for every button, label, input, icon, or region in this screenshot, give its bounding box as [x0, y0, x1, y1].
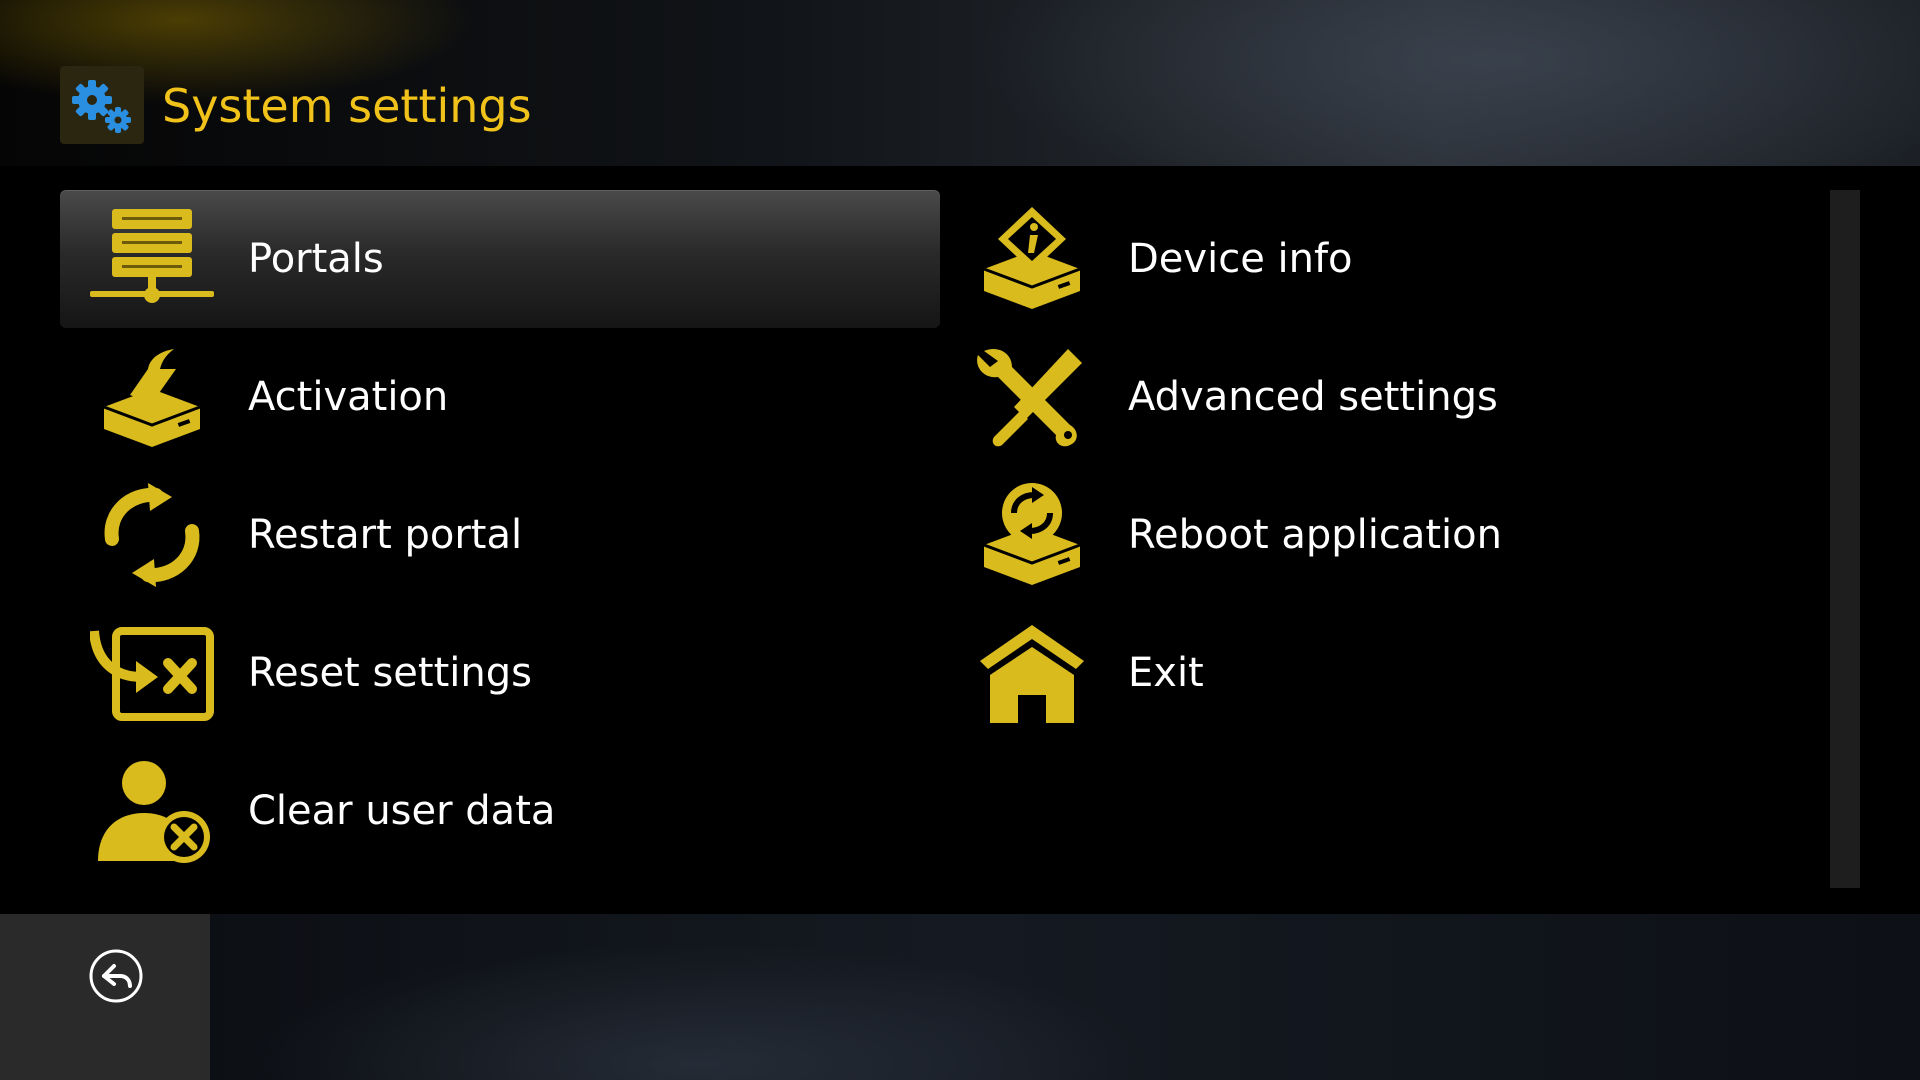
menu-item-label: Clear user data — [248, 788, 556, 834]
server-icon — [90, 207, 214, 311]
menu-item-reset-settings[interactable]: Reset settings — [60, 604, 940, 742]
gears-icon — [60, 66, 144, 144]
menu-item-label: Activation — [248, 374, 449, 420]
menu-item-label: Advanced settings — [1128, 374, 1498, 420]
footer-bar — [0, 914, 1920, 1080]
menu-item-device-info[interactable]: Device info — [940, 190, 1820, 328]
page-title: System settings — [162, 79, 532, 133]
menu-item-label: Reboot application — [1128, 512, 1502, 558]
reboot-icon — [970, 483, 1094, 587]
home-icon — [970, 621, 1094, 725]
scrollbar[interactable] — [1830, 190, 1860, 888]
menu-item-portals[interactable]: Portals — [60, 190, 940, 328]
menu-item-label: Portals — [248, 236, 384, 282]
reset-icon — [89, 621, 214, 725]
clear-user-icon — [90, 759, 214, 863]
settings-menu: Portals Activation Restart portal Reset … — [0, 166, 1920, 914]
menu-item-exit[interactable]: Exit — [940, 604, 1820, 742]
menu-item-label: Exit — [1128, 650, 1204, 696]
menu-item-label: Restart portal — [248, 512, 523, 558]
activation-icon — [90, 345, 214, 449]
device-info-icon — [970, 207, 1094, 311]
back-button[interactable] — [88, 948, 144, 1004]
back-panel — [0, 914, 210, 1080]
header-bar: System settings — [0, 0, 1920, 166]
menu-item-label: Reset settings — [248, 650, 532, 696]
menu-item-label: Device info — [1128, 236, 1353, 282]
restart-icon — [90, 483, 214, 587]
menu-item-reboot-application[interactable]: Reboot application — [940, 466, 1820, 604]
menu-item-clear-user-data[interactable]: Clear user data — [60, 742, 940, 880]
menu-item-advanced-settings[interactable]: Advanced settings — [940, 328, 1820, 466]
menu-item-activation[interactable]: Activation — [60, 328, 940, 466]
tools-icon — [970, 345, 1094, 449]
menu-item-restart-portal[interactable]: Restart portal — [60, 466, 940, 604]
back-arrow-icon — [89, 949, 143, 1003]
